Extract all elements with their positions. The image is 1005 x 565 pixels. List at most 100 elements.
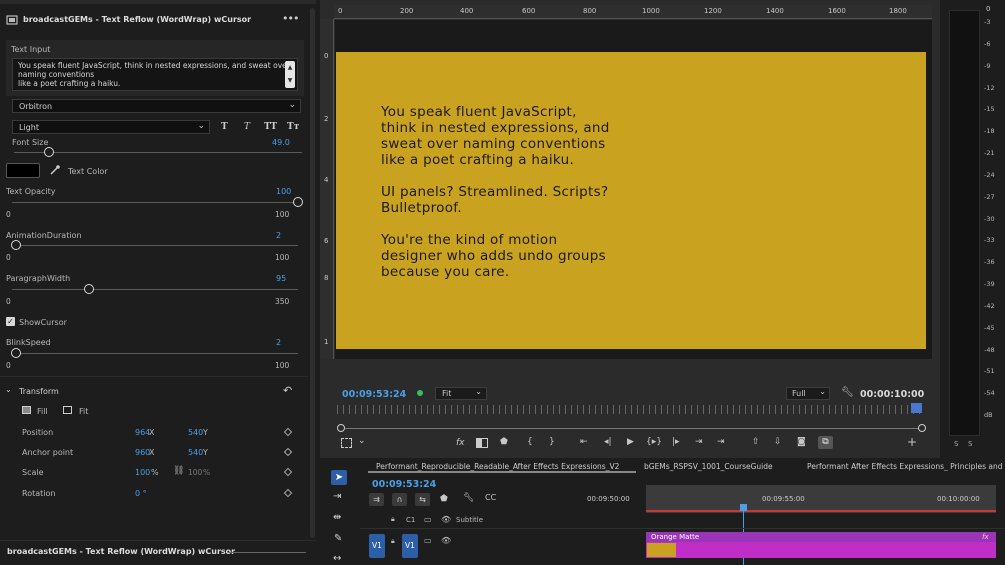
safe-margins-icon[interactable] [341, 438, 352, 448]
add-marker-track-icon[interactable]: ⇆ [415, 493, 430, 506]
fit-icon[interactable] [63, 406, 72, 414]
eye-icon[interactable]: 👁︎ [441, 536, 451, 545]
track-lock-icon[interactable]: 🔒︎ [391, 515, 395, 524]
export-frame-icon[interactable]: |▸ [672, 437, 680, 447]
timeline-playhead-handle[interactable] [740, 504, 747, 511]
step-forward-icon[interactable]: ⇥ [695, 437, 703, 447]
zoom-scroll-handle-right[interactable] [918, 424, 926, 432]
preview-paragraph-3: You're the kind of motion designer who a… [381, 232, 606, 280]
zoom-scroll-track[interactable] [340, 428, 924, 429]
chevron-down-icon[interactable]: ⌄ [5, 385, 12, 394]
slip-tool-icon[interactable]: ↔ [333, 553, 341, 564]
mini-timeline-ruler[interactable] [337, 405, 925, 414]
slider-value[interactable]: 95 [276, 274, 286, 283]
slider-knob[interactable] [84, 284, 94, 294]
chevron-down-icon[interactable]: ⌄ [358, 436, 366, 446]
position-y-value[interactable]: 540 [188, 428, 203, 437]
work-area-bar[interactable] [646, 510, 996, 512]
go-to-out-icon[interactable]: ⇥ [717, 437, 725, 447]
add-marker-icon[interactable]: ⬟ [500, 437, 508, 447]
timeline-tab-label[interactable]: Performant After Effects Expressions_ Pr… [807, 462, 1005, 471]
fill-icon[interactable] [22, 406, 31, 414]
track-select-tool-icon[interactable]: ⇥ [333, 491, 341, 502]
rotation-value[interactable]: 0 ° [135, 489, 147, 498]
source-patch-v1[interactable]: V1 [369, 534, 385, 558]
slider-value[interactable]: 2 [276, 231, 281, 240]
blink-speed-track[interactable] [12, 353, 298, 354]
track-target-v1[interactable]: V1 [402, 534, 418, 558]
font-size-knob[interactable] [44, 147, 54, 157]
bold-button[interactable]: T [221, 122, 228, 132]
track-lock-icon[interactable]: 🔒︎ [391, 537, 395, 546]
slider-knob[interactable] [293, 197, 303, 207]
monitor-timecode[interactable]: 00:09:53:24 [342, 389, 406, 400]
captions-icon[interactable]: CC [485, 493, 496, 502]
text-input-spinner[interactable]: ▲ ▼ [285, 61, 295, 88]
slider-track[interactable] [12, 289, 298, 290]
fx-icon[interactable]: fx [456, 438, 465, 448]
text-color-swatch[interactable] [6, 163, 40, 178]
text-input-line-3: like a poet crafting a haiku. [18, 79, 121, 88]
anchor-y-value[interactable]: 540 [188, 448, 203, 457]
font-size-value[interactable]: 49.0 [272, 138, 290, 147]
marker-icon[interactable]: ⬟ [440, 494, 448, 504]
panel-footer-line [228, 552, 306, 553]
ruler-top-label: 1600 [828, 7, 846, 15]
weight-dropdown[interactable]: Light ⌄ [12, 120, 210, 134]
clip-thumbnail [647, 543, 676, 557]
extract-icon[interactable]: ⇩ [774, 437, 782, 447]
font-size-track[interactable] [14, 152, 302, 153]
more-horizontal-icon[interactable]: ••• [282, 12, 299, 25]
go-to-in-icon[interactable]: ⇤ [580, 437, 588, 447]
timeline-tab-label[interactable]: bGEMs_RSPSV_1001_CourseGuide [644, 462, 773, 471]
scale-value[interactable]: 100 [135, 468, 150, 477]
font-dropdown[interactable]: Orbitron ⌄ [12, 99, 301, 113]
slider-track[interactable] [12, 245, 298, 246]
mini-playhead[interactable] [911, 403, 922, 413]
timeline-timecode[interactable]: 00:09:53:24 [372, 479, 436, 490]
wrench-icon[interactable]: 🔧︎ [841, 387, 854, 398]
eye-icon[interactable]: 👁︎ [441, 515, 451, 524]
mark-out-icon[interactable]: } [549, 437, 555, 447]
track-toggle-icon[interactable]: ▭ [424, 536, 432, 545]
meter-solo-1[interactable]: S [954, 440, 958, 448]
snap-icon[interactable]: ⇉ [369, 493, 384, 506]
text-input-field[interactable]: You speak fluent JavaScript, think in ne… [12, 58, 298, 91]
ripple-edit-tool-icon[interactable]: ⇹ [333, 512, 341, 523]
panel-scrollbar[interactable] [310, 8, 315, 538]
blink-speed-knob[interactable] [11, 348, 21, 358]
anchor-x-value[interactable]: 960 [135, 448, 150, 457]
slider-track[interactable] [12, 202, 298, 203]
track-toggle-icon[interactable]: ▭ [424, 515, 432, 524]
timeline-tab-label[interactable]: Performant_Reproducible_Readable_After E… [376, 462, 619, 471]
mark-in-icon[interactable]: { [527, 437, 533, 447]
italic-button[interactable]: T [244, 122, 250, 132]
linked-selection-icon[interactable]: ∩ [392, 493, 407, 506]
slider-value[interactable]: 100 [276, 187, 291, 196]
reset-icon[interactable]: ↶ [283, 384, 292, 397]
camera-icon[interactable]: ◙ [797, 437, 806, 447]
slider-knob[interactable] [11, 240, 21, 250]
position-x-value[interactable]: 964 [135, 428, 150, 437]
ruler-left-label: 1 [324, 338, 329, 346]
small-caps-button[interactable]: Tт [287, 122, 299, 132]
meter-solo-2[interactable]: S [968, 440, 972, 448]
play-icon[interactable]: ▶ [627, 437, 634, 447]
comparison-view-icon[interactable]: ⧉ [818, 436, 833, 449]
comparison-icon[interactable] [476, 438, 488, 448]
step-back-icon[interactable]: ◂| [604, 437, 612, 447]
blink-speed-value[interactable]: 2 [276, 338, 281, 347]
add-button-icon[interactable]: + [907, 435, 917, 449]
show-cursor-checkbox[interactable]: ✓ [6, 317, 15, 326]
selection-tool-icon[interactable]: ➤ [331, 470, 347, 485]
zoom-scroll-handle-left[interactable] [337, 424, 345, 432]
zoom-dropdown[interactable]: Fit ⌄ [435, 387, 487, 400]
play-around-icon[interactable]: {▸} [646, 437, 662, 447]
timeline-settings-icon[interactable]: 🔧︎ [463, 493, 474, 503]
lift-icon[interactable]: ⇧ [752, 437, 760, 447]
eyedropper-icon[interactable] [49, 164, 61, 176]
razor-tool-icon[interactable]: ✎ [334, 533, 342, 544]
quality-dropdown[interactable]: Full ⌄ [786, 387, 830, 400]
all-caps-button[interactable]: TT [264, 122, 277, 132]
link-icon[interactable]: ⛓ [173, 466, 184, 476]
